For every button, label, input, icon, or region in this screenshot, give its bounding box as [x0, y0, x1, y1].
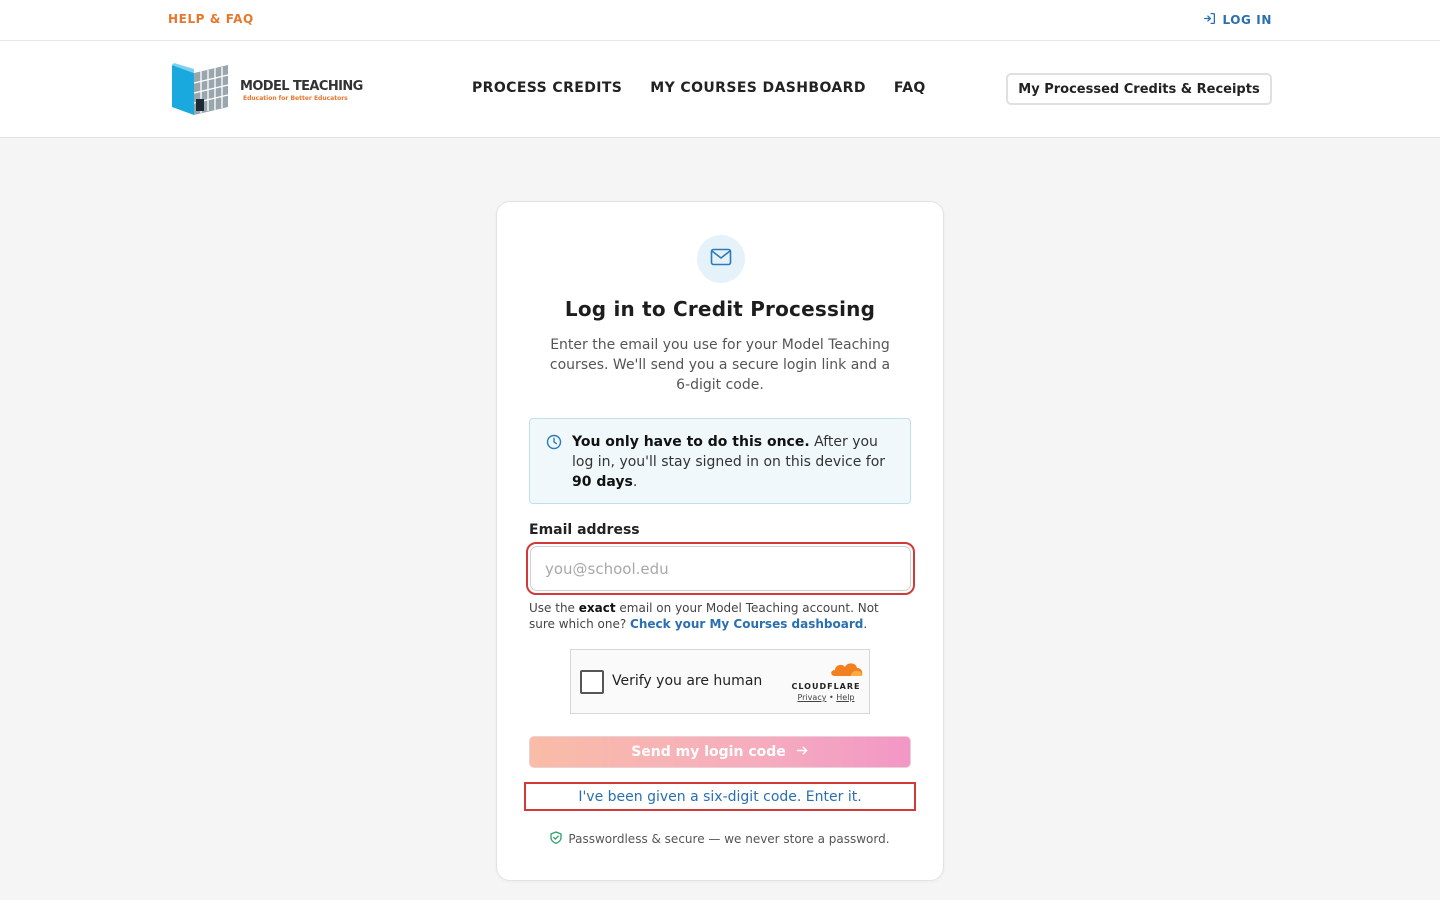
- hint-prefix: Use the: [529, 601, 579, 615]
- code-link-highlight: I've been given a six-digit code. Enter …: [524, 782, 916, 811]
- secure-note-text: Passwordless & secure — we never store a…: [568, 832, 890, 846]
- email-input[interactable]: [530, 546, 911, 591]
- captcha-checkbox[interactable]: [580, 670, 604, 694]
- info-callout: You only have to do this once. After you…: [529, 418, 911, 504]
- book-logo-icon: [168, 59, 234, 121]
- cloudflare-brand: CLOUDFLARE Privacy • Help: [788, 661, 864, 702]
- cloudflare-captcha-widget: Verify you are human CLOUDFLARE Privacy …: [570, 649, 870, 714]
- info-bold-days: 90 days: [572, 474, 633, 490]
- shield-check-icon: [550, 831, 563, 847]
- brand-name: MODEL TEACHING: [240, 78, 363, 94]
- login-description: Enter the email you use for your Model T…: [549, 337, 891, 393]
- arrow-right-icon: [796, 744, 809, 761]
- processed-credits-receipts-button[interactable]: My Processed Credits & Receipts: [1006, 73, 1272, 105]
- email-hint: Use the exact email on your Model Teachi…: [529, 600, 899, 632]
- captcha-links: Privacy • Help: [788, 693, 864, 702]
- cloudflare-wordmark: CLOUDFLARE: [791, 682, 861, 691]
- info-bold-intro: You only have to do this once.: [572, 434, 810, 450]
- cloudflare-cloud-icon: [828, 661, 864, 681]
- info-end-text: .: [632, 474, 638, 490]
- enter-six-digit-code-link[interactable]: I've been given a six-digit code. Enter …: [578, 789, 861, 805]
- captcha-link-separator: •: [829, 693, 834, 702]
- info-text: You only have to do this once. After you…: [572, 432, 902, 492]
- secure-note: Passwordless & secure — we never store a…: [497, 831, 943, 847]
- email-field-highlight: [526, 542, 915, 595]
- hint-end: .: [863, 617, 868, 631]
- send-login-code-label: Send my login code: [631, 744, 786, 760]
- nav-my-courses-dashboard[interactable]: MY COURSES DASHBOARD: [650, 80, 866, 96]
- login-icon: [1203, 12, 1216, 28]
- top-utility-bar: HELP & FAQ LOG IN: [0, 0, 1440, 41]
- nav-links: PROCESS CREDITS MY COURSES DASHBOARD FAQ: [472, 80, 926, 96]
- mail-icon: [710, 248, 732, 270]
- main-navbar: MODEL TEACHING Education for Better Educ…: [0, 41, 1440, 138]
- captcha-help-link[interactable]: Help: [836, 693, 854, 702]
- nav-process-credits[interactable]: PROCESS CREDITS: [472, 80, 622, 96]
- nav-faq[interactable]: FAQ: [894, 80, 926, 96]
- login-label: LOG IN: [1222, 13, 1272, 27]
- captcha-privacy-link[interactable]: Privacy: [797, 693, 826, 702]
- login-link[interactable]: LOG IN: [1203, 12, 1272, 28]
- mail-icon-badge: [697, 235, 745, 283]
- brand-tagline: Education for Better Educators: [243, 94, 348, 102]
- clock-icon: [546, 434, 562, 454]
- my-courses-dashboard-link[interactable]: Check your My Courses dashboard: [630, 617, 863, 631]
- hint-bold: exact: [578, 601, 616, 615]
- help-faq-link[interactable]: HELP & FAQ: [168, 12, 254, 26]
- email-label: Email address: [529, 522, 640, 538]
- captcha-label: Verify you are human: [612, 673, 763, 689]
- login-card: Log in to Credit Processing Enter the em…: [496, 201, 944, 881]
- send-login-code-button[interactable]: Send my login code: [529, 736, 911, 768]
- brand-logo[interactable]: MODEL TEACHING Education for Better Educ…: [168, 61, 368, 119]
- page-title: Log in to Credit Processing: [564, 297, 876, 321]
